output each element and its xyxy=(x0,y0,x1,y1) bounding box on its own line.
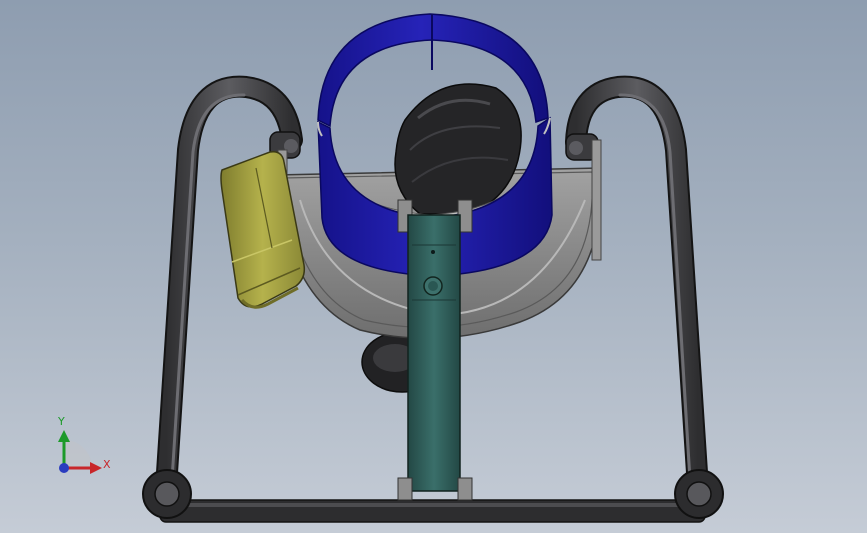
base-bar xyxy=(159,499,706,523)
y-axis-label: Y xyxy=(58,415,65,428)
coordinate-triad xyxy=(58,430,102,474)
x-axis-label: X xyxy=(103,458,111,471)
model-view[interactable] xyxy=(0,0,867,533)
cad-viewport[interactable]: Y X xyxy=(0,0,867,533)
foot-joint-left xyxy=(142,469,192,519)
z-axis-origin xyxy=(59,463,69,473)
foot-joint-right xyxy=(674,469,724,519)
